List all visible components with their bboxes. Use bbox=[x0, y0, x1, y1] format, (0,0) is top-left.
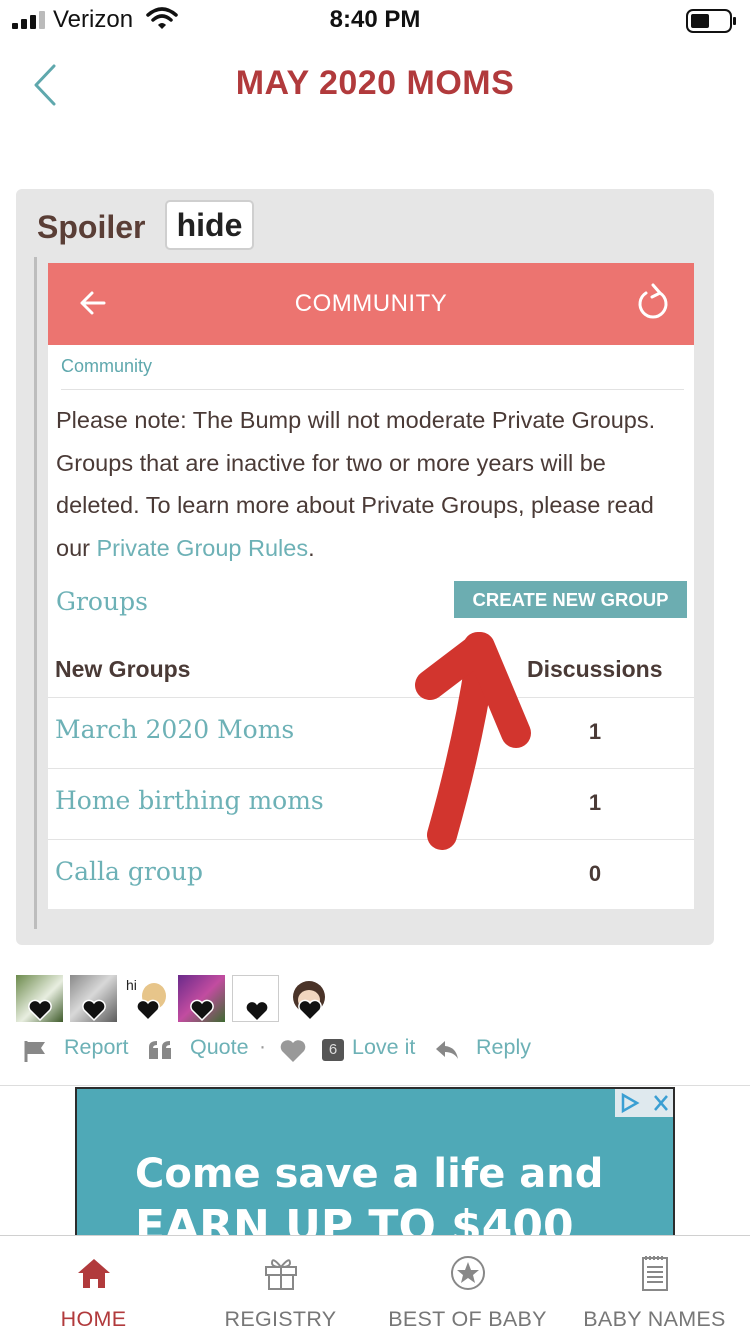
groups-heading: Groups bbox=[56, 587, 148, 616]
avatar[interactable] bbox=[178, 975, 225, 1022]
heart-icon bbox=[28, 999, 52, 1021]
hide-spoiler-button[interactable]: hide bbox=[165, 200, 254, 250]
avatar[interactable]: hi bbox=[124, 975, 171, 1022]
tab-label: REGISTRY bbox=[224, 1307, 337, 1331]
avatar-hi-text: hi bbox=[126, 977, 137, 993]
avatar[interactable] bbox=[16, 975, 63, 1022]
spoiler-label: Spoiler bbox=[37, 209, 146, 245]
breadcrumb: Community bbox=[61, 356, 153, 376]
flag-icon[interactable] bbox=[23, 1039, 49, 1063]
status-bar: Verizon 8:40 PM bbox=[0, 0, 750, 40]
love-it-link[interactable]: Love it bbox=[352, 1035, 415, 1060]
reply-icon[interactable] bbox=[434, 1039, 460, 1061]
private-groups-note: Please note: The Bump will not moderate … bbox=[56, 399, 686, 569]
embedded-screenshot: COMMUNITY Community Please note: The Bum… bbox=[48, 263, 694, 909]
divider bbox=[61, 389, 684, 390]
quote-bar bbox=[34, 257, 37, 929]
avatar[interactable] bbox=[232, 975, 279, 1022]
post-actions: Report Quote · 6 Love it Reply bbox=[0, 1035, 750, 1065]
tab-registry[interactable]: REGISTRY bbox=[187, 1236, 374, 1334]
battery-icon bbox=[686, 9, 736, 33]
star-icon bbox=[451, 1256, 485, 1290]
avatar[interactable] bbox=[286, 975, 333, 1022]
heart-icon bbox=[190, 999, 214, 1021]
column-header-new-groups: New Groups bbox=[55, 656, 191, 682]
discussion-count: 1 bbox=[588, 719, 602, 744]
tab-label: BABY NAMES bbox=[583, 1307, 726, 1331]
avatar[interactable] bbox=[70, 975, 117, 1022]
column-header-discussions: Discussions bbox=[527, 656, 663, 682]
ad-banner[interactable]: Come save a life and EARN UP TO $400 bbox=[75, 1087, 675, 1247]
reply-link[interactable]: Reply bbox=[476, 1035, 531, 1060]
group-name: Calla group bbox=[55, 857, 203, 886]
home-icon bbox=[78, 1259, 110, 1288]
tab-best-of-baby[interactable]: BEST OF BABY bbox=[374, 1236, 561, 1334]
group-name: Home birthing moms bbox=[55, 786, 324, 815]
community-title: COMMUNITY bbox=[294, 290, 448, 317]
notepad-icon bbox=[642, 1256, 668, 1291]
ad-choices-icon[interactable] bbox=[615, 1089, 675, 1117]
page-title: MAY 2020 MOMS bbox=[235, 64, 515, 102]
tab-label: BEST OF BABY bbox=[388, 1307, 547, 1331]
heart-icon bbox=[136, 999, 160, 1021]
group-name: March 2020 Moms bbox=[55, 715, 295, 744]
heart-icon bbox=[82, 999, 106, 1021]
heart-icon bbox=[245, 1000, 269, 1021]
private-group-rules-link: Private Group Rules bbox=[96, 534, 309, 561]
discussion-count: 1 bbox=[588, 790, 602, 815]
quote-link[interactable]: Quote bbox=[190, 1035, 249, 1060]
separator-dot: · bbox=[259, 1035, 266, 1058]
discussion-count: 0 bbox=[588, 861, 602, 886]
bottom-tab-bar: HOME REGISTRY BEST OF BABY BABY NAMES bbox=[0, 1235, 750, 1334]
love-count-badge: 6 bbox=[322, 1039, 344, 1061]
tab-baby-names[interactable]: BABY NAMES bbox=[561, 1236, 748, 1334]
clock: 8:40 PM bbox=[329, 6, 421, 33]
gift-icon bbox=[265, 1259, 297, 1290]
refresh-icon bbox=[638, 283, 668, 319]
note-end: . bbox=[308, 534, 315, 561]
ad-headline: Come save a life and bbox=[135, 1151, 604, 1197]
heart-icon bbox=[298, 999, 322, 1021]
divider bbox=[48, 697, 694, 698]
tab-home[interactable]: HOME bbox=[0, 1236, 187, 1334]
divider bbox=[0, 1085, 750, 1086]
tab-label: HOME bbox=[60, 1307, 127, 1331]
heart-icon[interactable] bbox=[279, 1039, 307, 1063]
divider bbox=[48, 839, 694, 840]
report-link[interactable]: Report bbox=[64, 1035, 129, 1060]
community-header: COMMUNITY bbox=[48, 263, 694, 345]
divider bbox=[48, 768, 694, 769]
quote-icon[interactable] bbox=[147, 1039, 175, 1061]
create-new-group-button: CREATE NEW GROUP bbox=[454, 581, 687, 618]
